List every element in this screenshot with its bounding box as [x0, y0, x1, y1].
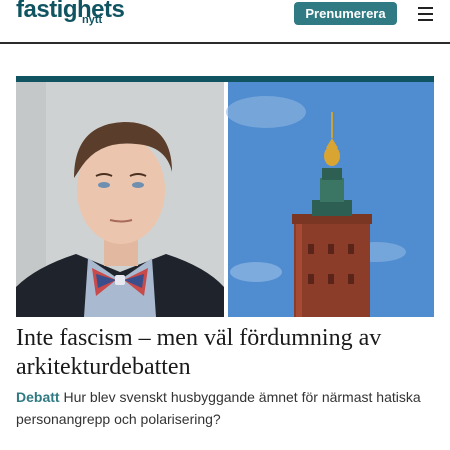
subscribe-button[interactable]: Prenumerera — [294, 2, 397, 25]
logo-wordmark: fastighets — [16, 0, 125, 23]
logo-sub-wordmark: nytt — [82, 14, 103, 26]
article-photo-illustration — [16, 82, 434, 317]
top-navigation-bar: fastighets nytt Prenumerera — [0, 0, 450, 44]
article-image[interactable] — [16, 82, 434, 317]
article-lead-text: Hur blev svenskt husbyggande ämnet för n… — [16, 389, 421, 427]
hamburger-menu-icon[interactable] — [418, 6, 434, 22]
article-lead: Debatt Hur blev svenskt husbyggande ämne… — [16, 386, 436, 430]
article-category[interactable]: Debatt — [16, 389, 60, 405]
article-headline[interactable]: Inte fascism – men väl fördumning av ark… — [16, 324, 436, 382]
